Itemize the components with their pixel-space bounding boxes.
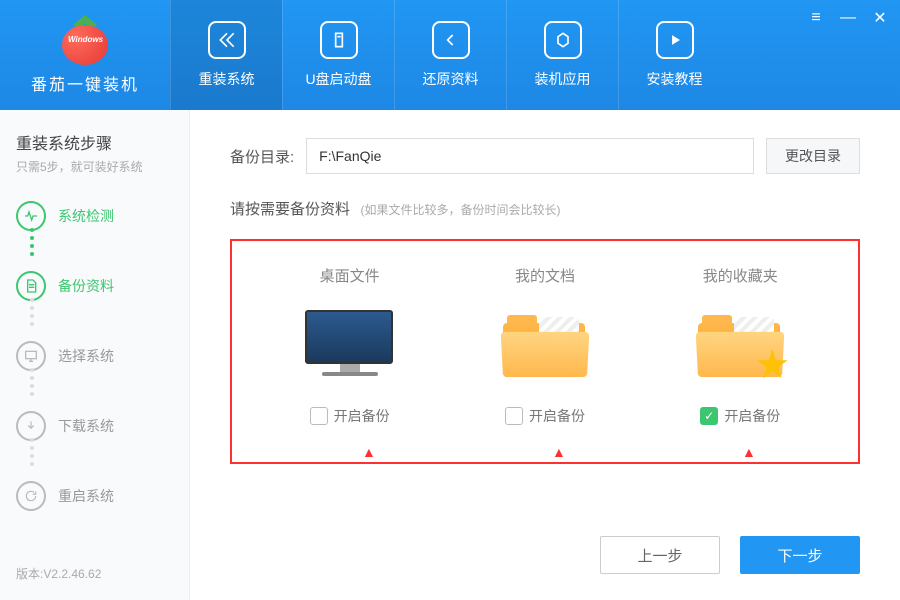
nav-usb[interactable]: U盘启动盘 <box>282 0 394 110</box>
step-label: 下载系统 <box>58 416 114 436</box>
backup-item-title: 我的收藏夹 <box>655 265 825 286</box>
minimize-icon[interactable]: — <box>840 10 856 26</box>
change-dir-button[interactable]: 更改目录 <box>766 138 860 174</box>
nav-label: U盘启动盘 <box>305 69 371 89</box>
restore-icon <box>432 21 470 59</box>
instruction-row: 请按需要备份资料 (如果文件比较多，备份时间会比较长) <box>230 198 860 219</box>
sidebar-title: 重装系统步骤 <box>16 130 173 154</box>
checkbox-label: 开启备份 <box>529 406 585 426</box>
next-button[interactable]: 下一步 <box>740 536 860 574</box>
version-text: 版本:V2.2.46.62 <box>16 565 101 582</box>
checkbox-label: 开启备份 <box>334 406 390 426</box>
main-content: 备份目录: 更改目录 请按需要备份资料 (如果文件比较多，备份时间会比较长) 桌… <box>190 110 900 600</box>
checkbox-checked-icon: ✓ <box>700 407 718 425</box>
usb-icon <box>320 21 358 59</box>
instruction-note: (如果文件比较多，备份时间会比较长) <box>360 203 560 217</box>
download-icon <box>16 411 46 441</box>
restart-icon <box>16 481 46 511</box>
nav-restore[interactable]: 还原资料 <box>394 0 506 110</box>
monitor-icon <box>16 341 46 371</box>
desktop-files-icon <box>265 302 435 388</box>
nav-label: 还原资料 <box>423 69 479 89</box>
backup-path-input[interactable] <box>306 138 754 174</box>
documents-folder-icon <box>460 302 630 388</box>
step-label: 系统检测 <box>58 206 114 226</box>
checkbox-icon <box>310 407 328 425</box>
highlight-arrow-icon: ▲ <box>552 444 566 460</box>
step-label: 重启系统 <box>58 486 114 506</box>
backup-item-documents: 我的文档 开启备份 <box>460 265 630 426</box>
checkbox-icon <box>505 407 523 425</box>
close-icon[interactable]: ✕ <box>872 10 888 26</box>
main-nav: 重装系统 U盘启动盘 还原资料 装机应用 安装教程 <box>170 0 900 110</box>
step-backup: 备份资料 <box>16 271 173 301</box>
step-restart: 重启系统 <box>16 481 173 511</box>
heartbeat-icon <box>16 201 46 231</box>
logo-section: Windows 番茄一键装机 <box>0 0 170 110</box>
tutorial-icon <box>656 21 694 59</box>
step-choose-system: 选择系统 <box>16 341 173 371</box>
menu-icon[interactable]: ≡ <box>808 10 824 26</box>
app-title: 番茄一键装机 <box>31 71 139 95</box>
window-controls: ≡ — ✕ <box>808 10 888 26</box>
document-icon <box>16 271 46 301</box>
backup-item-title: 桌面文件 <box>265 265 435 286</box>
backup-item-favorites: 我的收藏夹 ✓ 开启备份 <box>655 265 825 426</box>
step-label: 选择系统 <box>58 346 114 366</box>
nav-reinstall[interactable]: 重装系统 <box>170 0 282 110</box>
checkbox-label: 开启备份 <box>724 406 780 426</box>
nav-label: 重装系统 <box>199 69 255 89</box>
backup-checkbox-desktop[interactable]: 开启备份 <box>265 406 435 426</box>
backup-path-label: 备份目录: <box>230 146 294 167</box>
nav-tutorial[interactable]: 安装教程 <box>618 0 730 110</box>
nav-label: 安装教程 <box>647 69 703 89</box>
backup-checkbox-documents[interactable]: 开启备份 <box>460 406 630 426</box>
sidebar: 重装系统步骤 只需5步，就可装好系统 系统检测 备份资料 选择系统 下载系统 <box>0 110 190 600</box>
backup-options-box: 桌面文件 开启备份 我的文档 开启备份 <box>230 239 860 464</box>
tomato-logo-icon: Windows <box>60 15 110 65</box>
instruction-text: 请按需要备份资料 <box>230 201 350 218</box>
sidebar-subtitle: 只需5步，就可装好系统 <box>16 158 173 175</box>
highlight-arrow-icon: ▲ <box>742 444 756 460</box>
step-label: 备份资料 <box>58 276 114 296</box>
backup-item-title: 我的文档 <box>460 265 630 286</box>
logo-badge: Windows <box>68 35 103 44</box>
nav-apps[interactable]: 装机应用 <box>506 0 618 110</box>
favorites-folder-icon <box>655 302 825 388</box>
nav-label: 装机应用 <box>535 69 591 89</box>
backup-item-desktop: 桌面文件 开启备份 <box>265 265 435 426</box>
prev-button[interactable]: 上一步 <box>600 536 720 574</box>
apps-icon <box>544 21 582 59</box>
step-system-check: 系统检测 <box>16 201 173 231</box>
highlight-arrow-icon: ▲ <box>362 444 376 460</box>
reinstall-icon <box>208 21 246 59</box>
step-download: 下载系统 <box>16 411 173 441</box>
header: Windows 番茄一键装机 重装系统 U盘启动盘 还原资料 装机应用 安装教程… <box>0 0 900 110</box>
backup-checkbox-favorites[interactable]: ✓ 开启备份 <box>655 406 825 426</box>
